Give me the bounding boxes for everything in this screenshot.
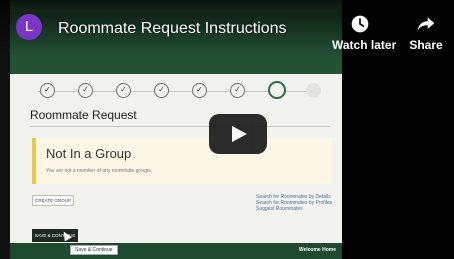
group-status-panel: Not In a Group You are not a member of a…: [32, 138, 332, 184]
share-button[interactable]: Share: [398, 14, 454, 52]
roommate-search-links: Search for Roommates by Details Search f…: [256, 194, 340, 212]
group-status-title: Not In a Group: [46, 146, 132, 161]
step-check-icon: ✓: [116, 83, 131, 98]
footer-welcome-text: Welcome Home: [298, 247, 336, 253]
step-marker: [268, 81, 286, 99]
clock-icon: [351, 15, 369, 33]
share-arrow-icon: [417, 17, 435, 31]
video-player[interactable]: ✓ ✓ ✓ ✓ ✓ ✓ Roommate Request Not In a Group Y…: [0, 0, 454, 259]
step-check-icon: ✓: [230, 83, 245, 98]
watch-later-label: Watch later: [332, 38, 397, 52]
play-button[interactable]: [209, 114, 267, 154]
page-title: Roommate Request: [30, 108, 137, 122]
watch-later-button[interactable]: Watch later: [332, 14, 397, 52]
step-check-icon: ✓: [78, 83, 93, 98]
page-footer: [10, 243, 342, 259]
play-icon: [232, 126, 247, 142]
group-status-text: You are not a member of any roommate gro…: [46, 168, 153, 174]
video-title[interactable]: Roommate Request Instructions: [58, 20, 287, 38]
save-tooltip: Save & Continue: [70, 245, 118, 255]
share-label: Share: [409, 38, 443, 52]
channel-avatar[interactable]: L: [16, 14, 42, 40]
divider: [30, 126, 330, 127]
create-group-button[interactable]: CREATE GROUP: [32, 195, 74, 206]
step-check-icon: ✓: [154, 83, 169, 98]
step-marker: [306, 83, 321, 98]
suggest-roommates-link[interactable]: Suggest Roommates: [256, 206, 340, 212]
step-check-icon: ✓: [192, 83, 207, 98]
step-check-icon: ✓: [40, 83, 55, 98]
